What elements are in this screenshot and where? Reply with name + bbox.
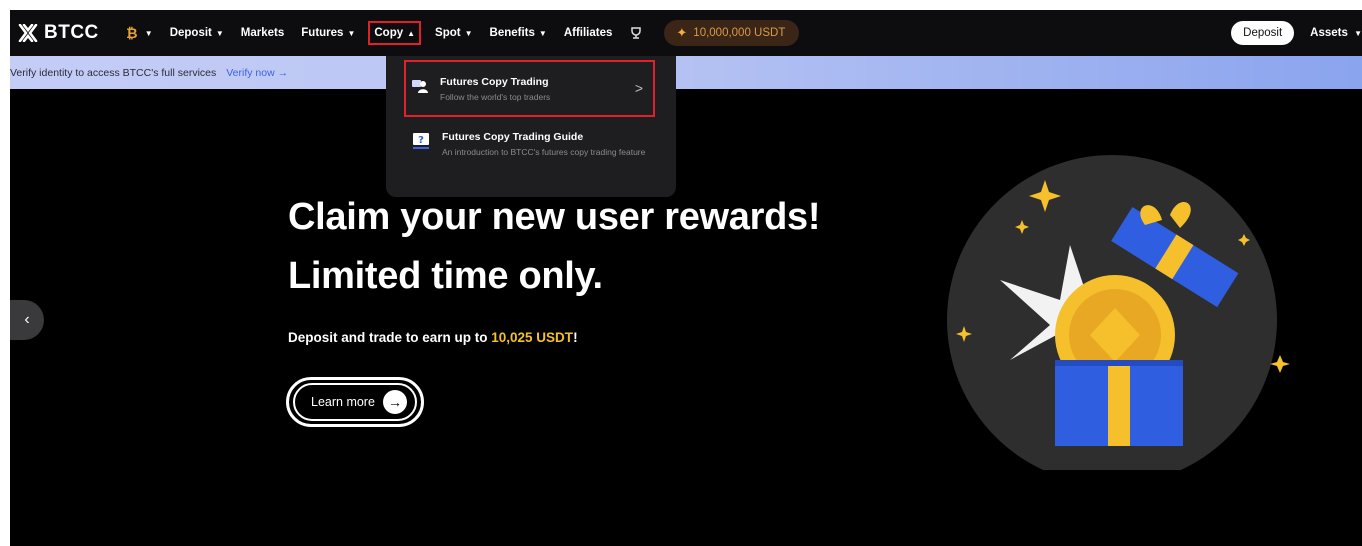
verify-now-link[interactable]: Verify now → bbox=[226, 67, 288, 79]
chevron-down-icon: ▼ bbox=[215, 28, 224, 38]
nav-markets-label: Markets bbox=[240, 27, 285, 39]
nav-extra[interactable] bbox=[629, 26, 643, 40]
hero-title-line2: Limited time only. bbox=[288, 255, 603, 297]
hero-reward-amount: 10,025 USDT bbox=[491, 330, 574, 345]
nav-assets[interactable]: Assets ▼ bbox=[1310, 27, 1362, 39]
verify-banner: Verify identity to access BTCC's full se… bbox=[10, 56, 1362, 89]
learn-more-inner: Learn more → bbox=[293, 383, 417, 421]
trader-icon bbox=[412, 77, 428, 95]
menu-item-title: Futures Copy Trading bbox=[440, 76, 549, 88]
nav-copy[interactable]: Copy ▲ bbox=[368, 21, 422, 45]
hero-subtitle: Deposit and trade to earn up to 10,025 U… bbox=[288, 330, 578, 345]
top-nav: BTCC ₿ ▼ Deposit ▼ Markets Futures ▼ Cop… bbox=[10, 10, 1362, 56]
nav-benefits[interactable]: Benefits ▼ bbox=[490, 27, 547, 39]
nav-menu: ₿ ▼ Deposit ▼ Markets Futures ▼ Copy ▲ S… bbox=[123, 10, 800, 56]
hero-sub-suffix: ! bbox=[573, 330, 578, 345]
nav-spot-label: Spot bbox=[435, 27, 461, 39]
chevron-down-icon: ▼ bbox=[538, 28, 547, 38]
chevron-down-icon: ▼ bbox=[347, 28, 356, 38]
svg-text:?: ? bbox=[418, 135, 424, 146]
guide-icon: ? bbox=[412, 132, 430, 150]
carousel-prev-button[interactable]: ‹ bbox=[10, 300, 44, 340]
learn-more-label: Learn more bbox=[311, 395, 375, 409]
learn-more-button[interactable]: Learn more → bbox=[286, 377, 424, 427]
nav-assets-label: Assets bbox=[1310, 27, 1348, 39]
btcc-logo[interactable]: BTCC bbox=[18, 22, 99, 44]
menu-item-text: Futures Copy Trading Follow the world's … bbox=[440, 76, 660, 103]
chevron-down-icon: ▼ bbox=[464, 28, 473, 38]
menu-item-text: Futures Copy Trading Guide An introducti… bbox=[442, 131, 662, 158]
arrow-right-icon: → bbox=[382, 390, 407, 414]
coin-selector[interactable]: ₿ ▼ bbox=[123, 24, 153, 42]
nav-futures-label: Futures bbox=[301, 27, 344, 39]
nav-futures[interactable]: Futures ▼ bbox=[301, 27, 355, 39]
chevron-down-icon: ▼ bbox=[1354, 29, 1362, 38]
nav-benefits-label: Benefits bbox=[489, 27, 535, 39]
nav-deposit[interactable]: Deposit ▼ bbox=[170, 27, 224, 39]
trophy-icon bbox=[631, 27, 642, 39]
chevron-up-icon: ▲ bbox=[407, 28, 416, 38]
chevron-down-icon: ▼ bbox=[144, 28, 153, 38]
bitcoin-icon: ₿ bbox=[126, 25, 138, 41]
nav-right: Deposit Assets ▼ bbox=[1231, 21, 1362, 45]
nav-copy-label: Copy bbox=[374, 27, 404, 39]
verify-text: Verify identity to access BTCC's full se… bbox=[10, 66, 217, 79]
hero-title: Claim your new user rewards! Limited tim… bbox=[288, 188, 821, 306]
nav-spot[interactable]: Spot ▼ bbox=[435, 27, 472, 39]
menu-item-title: Futures Copy Trading Guide bbox=[442, 131, 584, 143]
promo-pill[interactable]: ✦ 10,000,000 USDT bbox=[664, 20, 800, 46]
nav-affiliates-label: Affiliates bbox=[563, 27, 613, 39]
copy-dropdown-menu: Futures Copy Trading Follow the world's … bbox=[386, 56, 676, 197]
menu-item-desc: An introduction to BTCC's futures copy t… bbox=[442, 147, 646, 157]
nav-affiliates[interactable]: Affiliates bbox=[564, 27, 613, 39]
menu-item-futures-copy-trading-guide[interactable]: ? Futures Copy Trading Guide An introduc… bbox=[412, 131, 662, 158]
nav-deposit-label: Deposit bbox=[169, 27, 212, 39]
gift-icon: ✦ bbox=[676, 25, 688, 40]
hero-sub-prefix: Deposit and trade to earn up to bbox=[288, 330, 492, 345]
chevron-left-icon: ‹ bbox=[24, 311, 30, 328]
deposit-button[interactable]: Deposit bbox=[1231, 21, 1295, 45]
promo-text: 10,000,000 USDT bbox=[693, 27, 786, 39]
gift-illustration bbox=[947, 155, 1290, 470]
nav-markets[interactable]: Markets bbox=[241, 27, 284, 39]
brand-name: BTCC bbox=[44, 22, 99, 43]
btcc-logo-icon bbox=[18, 24, 38, 42]
menu-item-futures-copy-trading[interactable]: Futures Copy Trading Follow the world's … bbox=[404, 60, 655, 117]
chevron-right-icon: > bbox=[634, 80, 643, 96]
app-frame: BTCC ₿ ▼ Deposit ▼ Markets Futures ▼ Cop… bbox=[10, 10, 1362, 546]
menu-item-desc: Follow the world's top traders bbox=[440, 92, 551, 102]
